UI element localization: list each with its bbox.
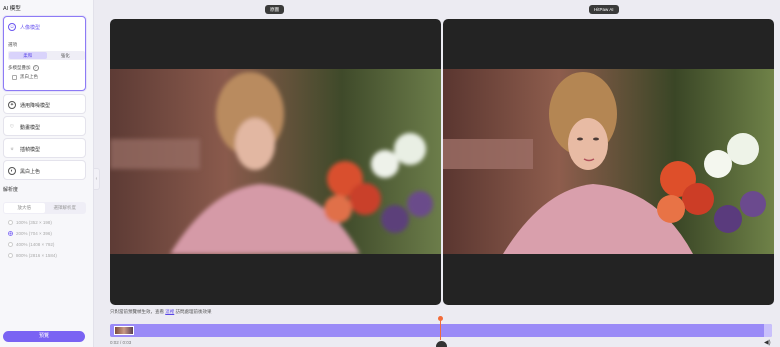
model-label-frame: 插幀模型	[20, 146, 41, 153]
model-card-head: ☼ 插幀模型	[8, 145, 40, 153]
playhead-handle[interactable]	[438, 316, 443, 321]
resolution-title: 解析度	[3, 187, 19, 193]
sun-icon: ☼	[9, 145, 15, 152]
segment-strong[interactable]: 強化	[47, 52, 85, 59]
resolution-option-label: 400% (1408 × 792)	[16, 242, 55, 247]
tab-custom-resolution[interactable]: 選擇解析度	[45, 203, 86, 213]
tab-scale[interactable]: 放大倍	[4, 203, 45, 213]
model-card-head: ◐ 黑白上色	[8, 167, 40, 175]
model-card-head: ♡ 動畫模型	[8, 123, 40, 131]
preview-area: 原圖 HitPaw AI 只對當前預覽幀生效，查看 這裡 訪問處理前後效果 0:…	[100, 0, 780, 347]
time-readout: 0:02 / 0:03	[110, 340, 132, 345]
model-card-general[interactable]: ✦ 通用降噪模型	[3, 94, 86, 114]
enhanced-preview-panel	[443, 19, 774, 305]
timeline-thumbnail	[114, 326, 134, 335]
timeline-track[interactable]	[110, 324, 772, 337]
model-card-frame[interactable]: ☼ 插幀模型	[3, 138, 86, 158]
sparkle-icon: ✦	[8, 101, 16, 109]
resolution-option-label: 800% (2816 × 1584)	[16, 253, 57, 258]
hint-prefix: 只對當前預覽幀生效，查看	[110, 309, 164, 314]
model-stack-label: 多模型疊加	[8, 65, 31, 70]
sidebar-title: AI 模型	[3, 6, 21, 12]
volume-icon[interactable]: ◀)	[764, 339, 771, 346]
select-label: 選項	[8, 42, 17, 47]
model-card-head: ✦ 通用降噪模型	[8, 101, 50, 109]
playhead-line[interactable]	[440, 318, 441, 340]
help-icon[interactable]: ?	[32, 65, 39, 71]
model-card-head: ☺ 人像模型	[8, 23, 40, 31]
resolution-option[interactable]: 100% (352 × 198)	[8, 220, 52, 225]
hint-link[interactable]: 這裡	[165, 309, 174, 314]
sidebar: AI 模型 ☺ 人像模型 選項 柔和 強化 多模型疊加 ? 黑白上色 ✦ 通用降…	[0, 0, 94, 347]
original-photo	[110, 69, 441, 254]
model-card-portrait[interactable]: ☺ 人像模型 選項 柔和 強化 多模型疊加 ? 黑白上色	[3, 16, 86, 91]
radio-selected[interactable]	[8, 231, 13, 236]
palette-icon: ◐	[8, 167, 16, 175]
play-button[interactable]	[436, 341, 447, 347]
preview-hint: 只對當前預覽幀生效，查看 這裡 訪問處理前後效果	[110, 309, 212, 315]
resolution-option[interactable]: 400% (1408 × 792)	[8, 242, 54, 247]
resolution-option-label: 100% (352 × 198)	[16, 220, 52, 225]
model-label-general: 通用降噪模型	[20, 102, 51, 109]
resolution-option-label: 200% (704 × 396)	[16, 231, 52, 236]
segment-soft[interactable]: 柔和	[9, 52, 47, 59]
model-label-animation: 動畫模型	[20, 124, 41, 131]
heart-icon: ♡	[9, 123, 15, 130]
resolution-option[interactable]: 200% (704 × 396)	[8, 231, 52, 236]
preview-button[interactable]: 預覽	[3, 331, 85, 342]
resolution-option[interactable]: 800% (2816 × 1584)	[8, 253, 57, 258]
radio[interactable]	[8, 242, 13, 247]
hint-suffix: 訪問處理前後效果	[175, 309, 212, 314]
resolution-tabs[interactable]: 放大倍 選擇解析度	[3, 202, 86, 214]
checkbox[interactable]	[12, 74, 17, 80]
model-card-animation[interactable]: ♡ 動畫模型	[3, 116, 86, 136]
enhanced-photo	[443, 69, 774, 254]
original-preview-panel	[110, 19, 441, 305]
timeline-end	[764, 324, 772, 337]
model-label-colorize: 黑白上色	[20, 168, 41, 175]
ai-label: HitPaw AI	[589, 5, 619, 14]
model-card-colorize[interactable]: ◐ 黑白上色	[3, 160, 86, 180]
original-label: 原圖	[265, 5, 284, 14]
colorize-checkbox-label: 黑白上色	[20, 74, 38, 79]
radio[interactable]	[8, 220, 13, 225]
radio[interactable]	[8, 253, 13, 258]
face-icon: ☺	[8, 23, 16, 31]
model-label-portrait: 人像模型	[20, 24, 41, 31]
strength-segmented-control[interactable]: 柔和 強化	[8, 51, 85, 60]
model-stack-row: 多模型疊加 ?	[8, 65, 39, 71]
colorize-checkbox-row[interactable]: 黑白上色	[12, 74, 38, 80]
